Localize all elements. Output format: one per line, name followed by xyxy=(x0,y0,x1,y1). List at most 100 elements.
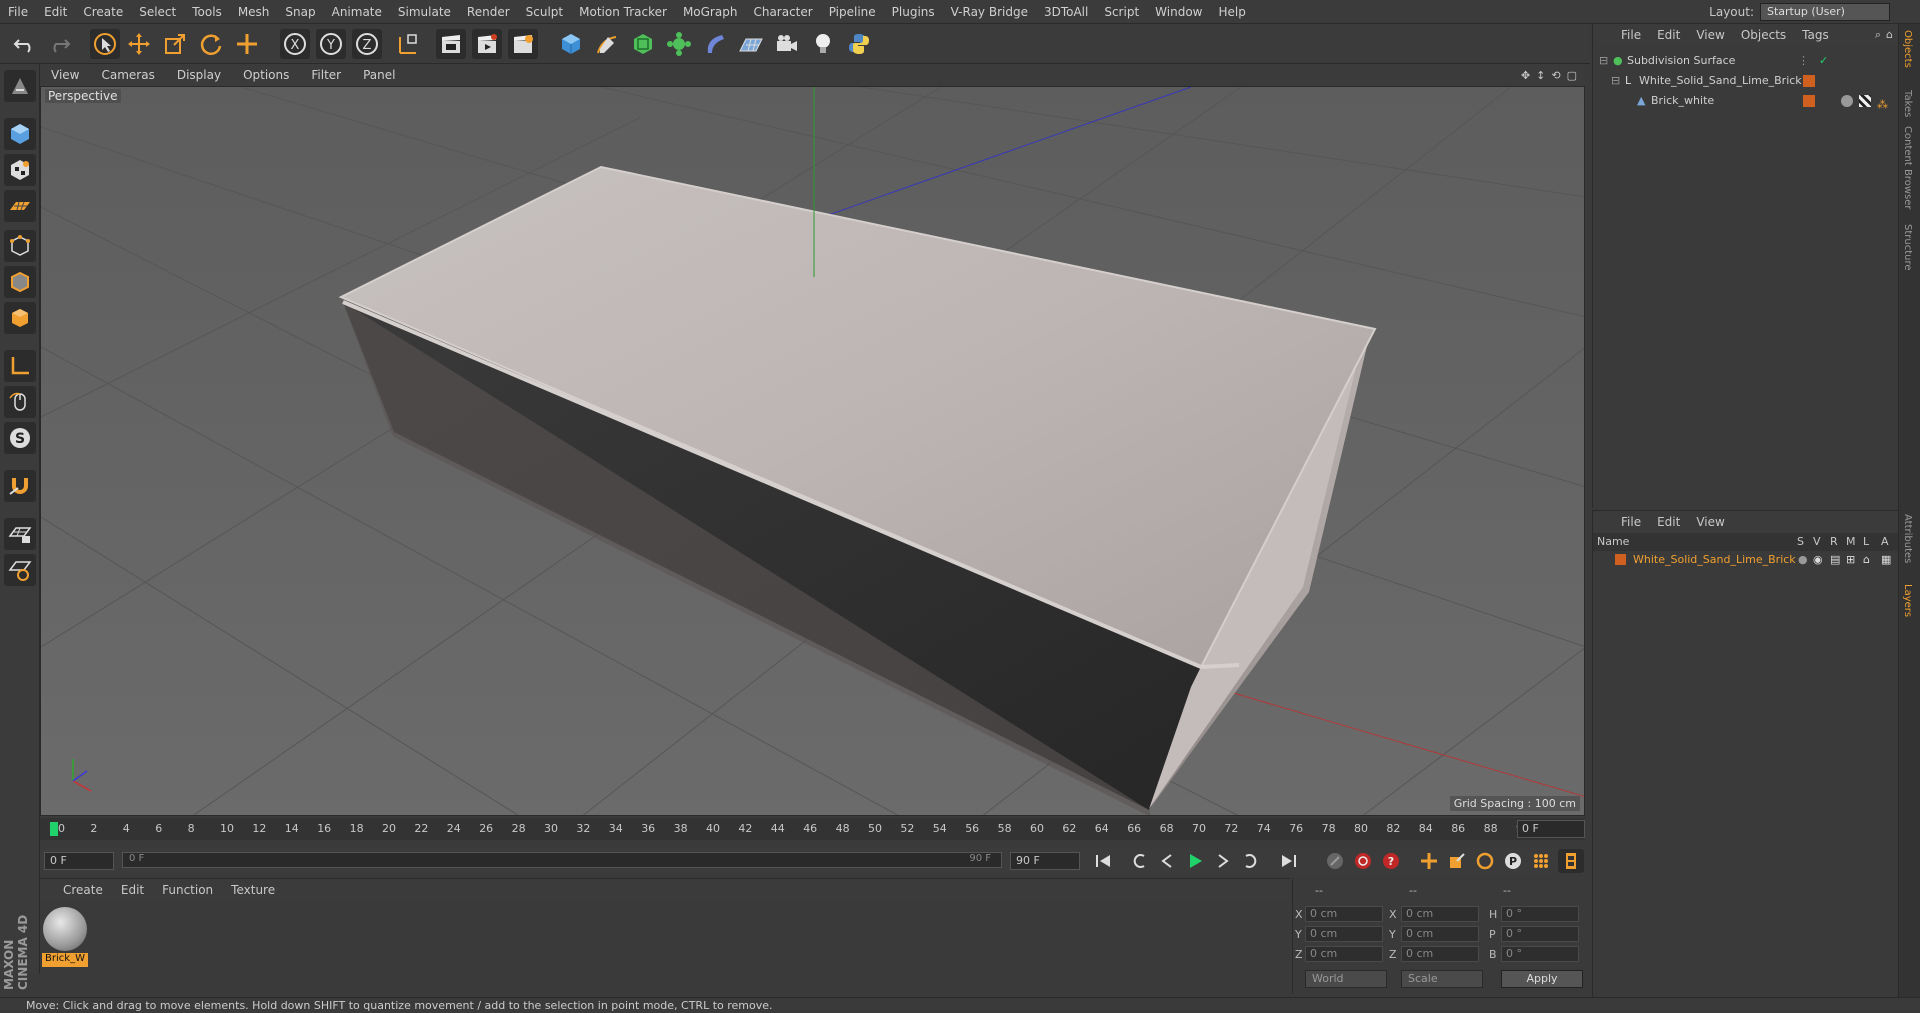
timeline-frame-field[interactable]: 0 F xyxy=(1517,820,1585,838)
points-mode-button[interactable] xyxy=(4,230,36,262)
layer-color-icon[interactable] xyxy=(1803,75,1815,87)
tweak-mode-button[interactable] xyxy=(4,386,36,418)
cube-primitive-button[interactable] xyxy=(556,29,586,59)
object-menu-edit[interactable]: Edit xyxy=(1649,28,1688,42)
timeline-playhead[interactable] xyxy=(50,822,58,836)
subdivision-surface-button[interactable] xyxy=(628,29,658,59)
menu-simulate[interactable]: Simulate xyxy=(390,5,459,19)
pan-view-icon[interactable]: ✥ xyxy=(1521,69,1530,82)
layer-menu-edit[interactable]: Edit xyxy=(1649,515,1688,529)
size-x-field[interactable]: 0 cm xyxy=(1401,906,1479,922)
floor-button[interactable] xyxy=(736,29,766,59)
uvw-tag-icon[interactable] xyxy=(1859,95,1871,107)
viewport-menu-cameras[interactable]: Cameras xyxy=(90,68,165,82)
menu-select[interactable]: Select xyxy=(131,5,184,19)
rotation-p-field[interactable]: 0 ° xyxy=(1501,926,1579,942)
menu-mograph[interactable]: MoGraph xyxy=(675,5,746,19)
material-preview[interactable] xyxy=(43,907,87,951)
light-button[interactable] xyxy=(808,29,838,59)
render-to-picture-viewer-button[interactable] xyxy=(472,29,502,59)
viewport-menu-options[interactable]: Options xyxy=(232,68,300,82)
keyframe-selection-button[interactable]: ? xyxy=(1378,849,1404,873)
current-frame-field[interactable]: 0 F xyxy=(44,852,114,870)
key-position-button[interactable] xyxy=(1416,849,1442,873)
material-tag-icon[interactable] xyxy=(1841,95,1853,107)
menu-snap[interactable]: Snap xyxy=(277,5,323,19)
rotation-h-field[interactable]: 0 ° xyxy=(1501,906,1579,922)
menu-vray-bridge[interactable]: V-Ray Bridge xyxy=(943,5,1036,19)
viewport-menu-display[interactable]: Display xyxy=(166,68,232,82)
menu-3dtoall[interactable]: 3DToAll xyxy=(1036,5,1096,19)
material-menu-texture[interactable]: Texture xyxy=(222,883,284,897)
move-tool-button[interactable] xyxy=(124,29,154,59)
animation-film-icon[interactable]: ▦ xyxy=(1881,551,1891,569)
timeline-layout-button[interactable] xyxy=(1558,849,1584,873)
object-menu-file[interactable]: File xyxy=(1613,28,1649,42)
key-rotation-button[interactable] xyxy=(1472,849,1498,873)
tab-objects[interactable]: Objects xyxy=(1902,30,1913,68)
move-view-icon[interactable]: ↕ xyxy=(1536,69,1545,82)
layer-row[interactable]: White_Solid_Sand_Lime_Brick ● ◉ ▤ ⊞ ⌂ ▦ xyxy=(1593,551,1899,569)
key-pla-button[interactable] xyxy=(1528,849,1554,873)
phong-tag-icon[interactable]: ⁂ xyxy=(1877,95,1889,111)
next-key-button[interactable] xyxy=(1238,849,1264,873)
tab-content-browser[interactable]: Content Browser xyxy=(1902,126,1913,209)
menu-mesh[interactable]: Mesh xyxy=(230,5,278,19)
layer-color-icon[interactable] xyxy=(1803,95,1815,107)
layer-name[interactable]: White_Solid_Sand_Lime_Brick xyxy=(1633,551,1796,569)
x-axis-lock-button[interactable]: X xyxy=(280,29,310,59)
go-to-start-button[interactable] xyxy=(1090,849,1116,873)
edges-mode-button[interactable] xyxy=(4,266,36,298)
coordinate-space-dropdown[interactable]: World xyxy=(1305,970,1387,988)
apply-button[interactable]: Apply xyxy=(1501,970,1583,988)
solo-mode-button[interactable]: S xyxy=(4,422,36,454)
render-view-button[interactable] xyxy=(436,29,466,59)
object-row-subdivision[interactable]: ⊟ ● Subdivision Surface ⋮ ✓ xyxy=(1593,51,1899,71)
bookmark-icon[interactable]: ⌂ xyxy=(1886,28,1893,42)
menu-animate[interactable]: Animate xyxy=(324,5,390,19)
menu-sculpt[interactable]: Sculpt xyxy=(518,5,571,19)
coordinate-system-button[interactable] xyxy=(392,29,422,59)
previous-frame-button[interactable] xyxy=(1154,849,1180,873)
menu-pipeline[interactable]: Pipeline xyxy=(821,5,884,19)
position-x-field[interactable]: 0 cm xyxy=(1305,906,1383,922)
play-button[interactable] xyxy=(1182,849,1208,873)
next-frame-button[interactable] xyxy=(1210,849,1236,873)
orbit-view-icon[interactable]: ⟲ xyxy=(1551,69,1560,82)
workplane-mode-button[interactable] xyxy=(4,190,36,222)
viewport-menu-filter[interactable]: Filter xyxy=(300,68,352,82)
frame-range-slider[interactable]: 0 F 90 F xyxy=(122,852,1002,868)
layer-menu-file[interactable]: File xyxy=(1613,515,1649,529)
tab-layers[interactable]: Layers xyxy=(1902,584,1913,617)
material-menu-create[interactable]: Create xyxy=(54,883,112,897)
timeline-ruler[interactable]: 0 2 4 6 8 10 12 14 16 18 20 22 24 26 28 30 32 34 36 38 40 42 4… xyxy=(40,818,1585,840)
menu-script[interactable]: Script xyxy=(1096,5,1147,19)
menu-tools[interactable]: Tools xyxy=(184,5,230,19)
material-menu-function[interactable]: Function xyxy=(153,883,222,897)
menu-create[interactable]: Create xyxy=(75,5,131,19)
menu-character[interactable]: Character xyxy=(745,5,820,19)
recent-tool-button[interactable] xyxy=(232,29,262,59)
position-z-field[interactable]: 0 cm xyxy=(1305,946,1383,962)
layer-color-swatch[interactable] xyxy=(1615,554,1626,565)
layout-select[interactable]: Startup (User) xyxy=(1760,3,1890,21)
cloner-button[interactable] xyxy=(664,29,694,59)
max-frame-field[interactable]: 90 F xyxy=(1010,852,1080,870)
y-axis-lock-button[interactable]: Y xyxy=(316,29,346,59)
planar-workplane-button[interactable] xyxy=(4,554,36,586)
lock-workplane-button[interactable] xyxy=(4,518,36,550)
snapping-button[interactable] xyxy=(4,470,36,502)
solo-dot-icon[interactable]: ● xyxy=(1798,551,1808,569)
layer-menu-view[interactable]: View xyxy=(1688,515,1732,529)
go-to-end-button[interactable] xyxy=(1276,849,1302,873)
make-editable-button[interactable] xyxy=(4,70,36,102)
collapse-icon[interactable]: ⊟ xyxy=(1611,71,1620,91)
scale-tool-button[interactable] xyxy=(160,29,190,59)
autokeying-button[interactable] xyxy=(1350,849,1376,873)
object-name[interactable]: Subdivision Surface xyxy=(1627,51,1735,71)
size-z-field[interactable]: 0 cm xyxy=(1401,946,1479,962)
menu-motion-tracker[interactable]: Motion Tracker xyxy=(571,5,675,19)
axis-mode-button[interactable] xyxy=(4,350,36,382)
menu-render[interactable]: Render xyxy=(459,5,518,19)
python-button[interactable] xyxy=(844,29,874,59)
